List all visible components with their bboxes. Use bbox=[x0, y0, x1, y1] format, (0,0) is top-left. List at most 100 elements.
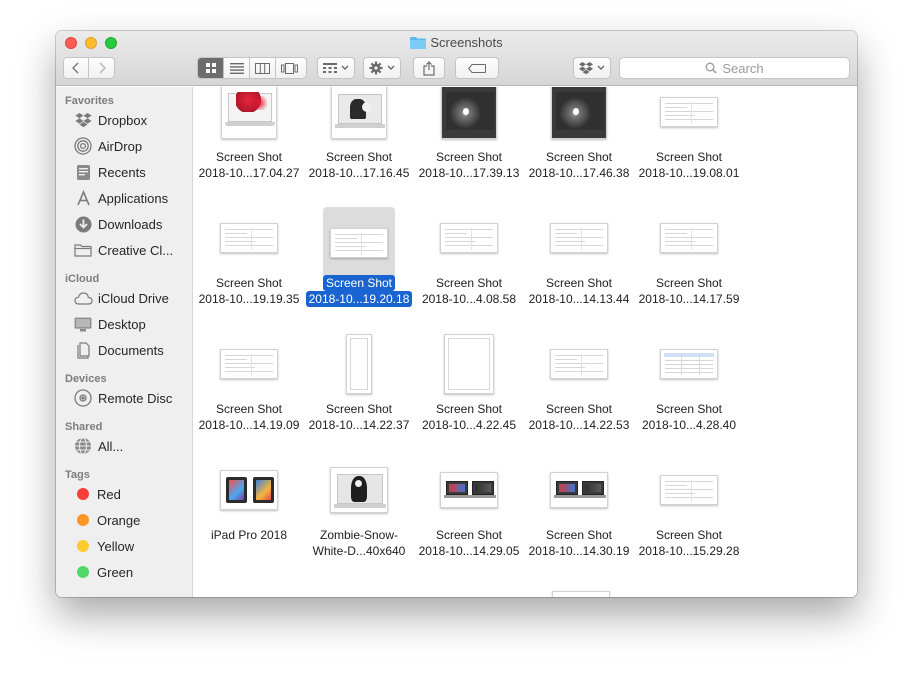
file-thumbnail[interactable] bbox=[653, 207, 725, 269]
sidebar-item-icloud-drive[interactable]: iCloud Drive bbox=[73, 287, 169, 309]
file-item[interactable]: Screen Shot 2018-10...4.08.58 bbox=[414, 207, 524, 333]
file-item[interactable]: Screen Shot 2018-10...15.29.28 bbox=[634, 459, 744, 585]
file-item[interactable]: Screen Shot 2018-10...14.17.59 bbox=[634, 207, 744, 333]
file-thumbnail[interactable] bbox=[433, 459, 505, 521]
gallery-view-button[interactable] bbox=[276, 58, 302, 78]
sidebar-item-remote-disc[interactable]: Remote Disc bbox=[73, 387, 172, 409]
file-thumbnail[interactable] bbox=[323, 207, 395, 279]
file-item[interactable]: Screen Shot 2018-10...14.22.37 bbox=[304, 333, 414, 459]
file-name-line1: Screen Shot bbox=[655, 402, 723, 416]
file-thumbnail[interactable] bbox=[323, 87, 395, 143]
edit-tags-button[interactable] bbox=[455, 57, 499, 79]
file-item[interactable]: Screen Shot 2018-10...19.08.01 bbox=[634, 87, 744, 207]
file-item[interactable]: Screen Shot 2018-10...14.29.05 bbox=[414, 459, 524, 585]
sidebar-item-yellow[interactable]: Yellow bbox=[73, 535, 134, 557]
list-view-button[interactable] bbox=[224, 58, 250, 78]
file-thumbnail[interactable] bbox=[543, 459, 615, 521]
file-thumbnail[interactable] bbox=[433, 333, 505, 395]
file-name[interactable]: Screen Shot 2018-10...4.08.58 bbox=[409, 275, 529, 307]
file-item[interactable]: Screen Shot 2018-10...4.22.45 bbox=[414, 333, 524, 459]
sidebar-heading-icloud[interactable]: iCloud bbox=[65, 273, 99, 285]
file-thumbnail[interactable] bbox=[543, 333, 615, 395]
file-name[interactable]: Screen Shot 2018-10...4.28.40 bbox=[629, 401, 749, 433]
file-thumbnail[interactable] bbox=[213, 333, 285, 395]
file-thumbnail[interactable] bbox=[653, 87, 725, 143]
file-item[interactable]: Screen Shot 2018-10...19.20.18 bbox=[304, 207, 414, 333]
file-thumbnail[interactable] bbox=[653, 459, 725, 521]
dropbox-toolbar-button[interactable] bbox=[573, 57, 611, 79]
sidebar-heading-favorites[interactable]: Favorites bbox=[65, 95, 114, 107]
file-item[interactable]: Screen Shot 2018-10...14.22.53 bbox=[524, 333, 634, 459]
sidebar-heading-tags[interactable]: Tags bbox=[65, 469, 90, 481]
file-thumbnail[interactable] bbox=[543, 207, 615, 269]
file-item[interactable]: Screen Shot 2018-10...17.39.13 bbox=[414, 87, 524, 207]
action-button[interactable] bbox=[363, 57, 401, 79]
file-name[interactable]: Screen Shot 2018-10...17.46.38 bbox=[519, 149, 639, 181]
sidebar-item-all[interactable]: All... bbox=[73, 435, 123, 457]
file-thumbnail[interactable] bbox=[213, 207, 285, 269]
file-name[interactable]: iPad Pro 2018 bbox=[194, 527, 309, 559]
file-name[interactable]: Screen Shot 2018-10...14.22.37 bbox=[299, 401, 419, 433]
file-name[interactable]: Screen Shot 2018-10...14.22.53 bbox=[519, 401, 639, 433]
file-item[interactable]: Screen Shot 2018-10...17.16.45 bbox=[304, 87, 414, 207]
file-item[interactable]: Screen Shot 2018-10...14.19.09 bbox=[194, 333, 304, 459]
file-name[interactable]: Screen Shot 2018-10...19.20.18 bbox=[299, 275, 419, 307]
sidebar-item-dropbox[interactable]: Dropbox bbox=[73, 109, 147, 131]
file-thumbnail[interactable] bbox=[213, 459, 285, 521]
file-name[interactable]: Zombie-Snow- White-D...40x640 bbox=[299, 527, 419, 559]
sidebar-item-orange[interactable]: Orange bbox=[73, 509, 140, 531]
sidebar-heading-devices[interactable]: Devices bbox=[65, 373, 107, 385]
file-thumbnail[interactable] bbox=[323, 459, 395, 521]
file-name[interactable]: Screen Shot 2018-10...4.22.45 bbox=[409, 401, 529, 433]
tag-icon bbox=[468, 63, 486, 73]
arrange-button[interactable] bbox=[317, 57, 355, 79]
share-button[interactable] bbox=[413, 57, 445, 79]
sidebar-item-desktop[interactable]: Desktop bbox=[73, 313, 146, 335]
column-view-button[interactable] bbox=[250, 58, 276, 78]
sidebar-item-downloads[interactable]: Downloads bbox=[73, 213, 162, 235]
file-name-line2: 2018-10...14.22.37 bbox=[308, 418, 410, 432]
file-item[interactable]: Screen Shot 2018-10...17.46.38 bbox=[524, 87, 634, 207]
file-name[interactable]: Screen Shot 2018-10...14.30.19 bbox=[519, 527, 639, 559]
sidebar-item-label: Creative Cl... bbox=[98, 242, 174, 258]
file-item[interactable]: Screen Shot 2018-10...17.04.27 bbox=[194, 87, 304, 207]
file-thumbnail-partial[interactable] bbox=[552, 591, 610, 597]
file-item[interactable]: Screen Shot 2018-10...4.28.40 bbox=[634, 333, 744, 459]
file-item[interactable]: iPad Pro 2018 bbox=[194, 459, 304, 585]
icon-view-button[interactable] bbox=[198, 58, 224, 78]
file-item[interactable]: Screen Shot 2018-10...14.13.44 bbox=[524, 207, 634, 333]
forward-button[interactable] bbox=[89, 58, 114, 78]
sidebar-heading-shared[interactable]: Shared bbox=[65, 421, 102, 433]
file-name[interactable]: Screen Shot 2018-10...19.08.01 bbox=[629, 149, 749, 181]
file-thumbnail[interactable] bbox=[323, 333, 395, 395]
file-name[interactable]: Screen Shot 2018-10...15.29.28 bbox=[629, 527, 749, 559]
file-thumbnail[interactable] bbox=[653, 333, 725, 395]
file-name-line1: Screen Shot bbox=[215, 150, 283, 164]
columns-icon bbox=[255, 62, 270, 74]
sidebar-item-airdrop[interactable]: AirDrop bbox=[73, 135, 142, 157]
sidebar-item-recents[interactable]: Recents bbox=[73, 161, 146, 183]
file-name[interactable]: Screen Shot 2018-10...14.13.44 bbox=[519, 275, 639, 307]
sidebar-item-applications[interactable]: Applications bbox=[73, 187, 168, 209]
file-name[interactable]: Screen Shot 2018-10...17.04.27 bbox=[194, 149, 309, 181]
file-name[interactable]: Screen Shot 2018-10...14.19.09 bbox=[194, 401, 309, 433]
search-field[interactable]: Search bbox=[619, 57, 850, 79]
sidebar-item-creative-cl[interactable]: Creative Cl... bbox=[73, 239, 173, 261]
file-item[interactable]: Zombie-Snow- White-D...40x640 bbox=[304, 459, 414, 585]
titlebar: Screenshots Search bbox=[56, 31, 857, 86]
sidebar-item-green[interactable]: Green bbox=[73, 561, 133, 583]
file-item[interactable]: Screen Shot 2018-10...19.19.35 bbox=[194, 207, 304, 333]
file-thumbnail[interactable] bbox=[213, 87, 285, 143]
sidebar-item-red[interactable]: Red bbox=[73, 483, 121, 505]
file-name[interactable]: Screen Shot 2018-10...17.16.45 bbox=[299, 149, 419, 181]
sidebar-item-documents[interactable]: Documents bbox=[73, 339, 164, 361]
file-thumbnail[interactable] bbox=[543, 87, 615, 143]
file-thumbnail[interactable] bbox=[433, 207, 505, 269]
file-name[interactable]: Screen Shot 2018-10...17.39.13 bbox=[409, 149, 529, 181]
file-name[interactable]: Screen Shot 2018-10...14.29.05 bbox=[409, 527, 529, 559]
file-item[interactable]: Screen Shot 2018-10...14.30.19 bbox=[524, 459, 634, 585]
back-button[interactable] bbox=[64, 58, 90, 78]
file-thumbnail[interactable] bbox=[433, 87, 505, 143]
file-name[interactable]: Screen Shot 2018-10...14.17.59 bbox=[629, 275, 749, 307]
file-name[interactable]: Screen Shot 2018-10...19.19.35 bbox=[194, 275, 309, 307]
